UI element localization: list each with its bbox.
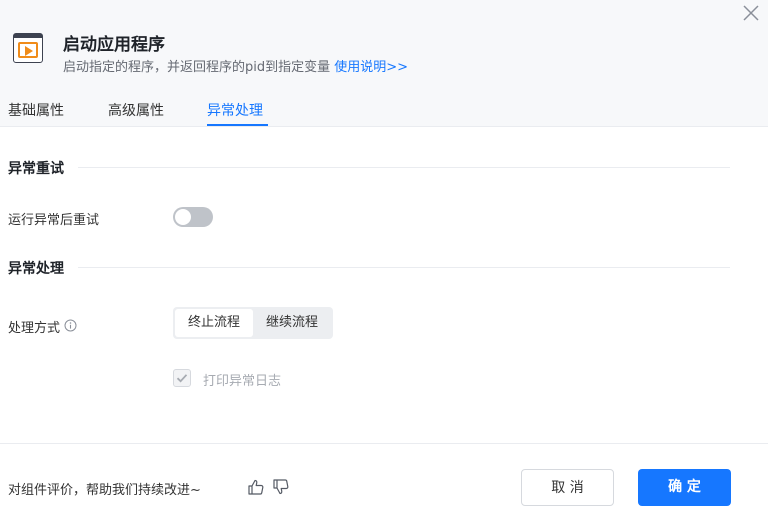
dialog-header: 启动应用程序 启动指定的程序，并返回程序的pid到指定变量 使用说明>> 基础属… xyxy=(0,0,768,127)
section-title-handling: 异常处理 xyxy=(8,261,64,277)
active-tab-indicator xyxy=(207,124,268,126)
dialog-subtitle: 启动指定的程序，并返回程序的pid到指定变量 使用说明>> xyxy=(63,56,408,75)
method-label: 处理方式 xyxy=(8,321,61,336)
tab-exception-handling[interactable]: 异常处理 xyxy=(207,100,263,120)
option-continue-flow[interactable]: 继续流程 xyxy=(253,309,331,337)
retry-toggle[interactable] xyxy=(173,207,213,227)
option-terminate-flow[interactable]: 终止流程 xyxy=(175,309,253,337)
footer-divider xyxy=(0,443,768,444)
toggle-knob xyxy=(175,209,191,225)
subtitle-text: 启动指定的程序，并返回程序的pid到指定变量 xyxy=(63,60,331,75)
print-log-checkbox[interactable] xyxy=(173,369,191,387)
confirm-button[interactable]: 确 定 xyxy=(638,469,731,506)
tab-basic-properties[interactable]: 基础属性 xyxy=(8,100,64,120)
tab-advanced-properties[interactable]: 高级属性 xyxy=(108,100,164,120)
section-divider-handling xyxy=(78,267,730,268)
tab-bar: 基础属性 高级属性 异常处理 xyxy=(0,96,768,127)
thumbs-up-icon[interactable] xyxy=(247,478,265,496)
retry-label: 运行异常后重试 xyxy=(8,213,100,228)
method-label-row: 处理方式 xyxy=(8,317,77,337)
handling-method-selector: 终止流程 继续流程 xyxy=(173,307,333,339)
checkmark-icon xyxy=(176,374,188,383)
help-link[interactable]: 使用说明>> xyxy=(334,60,408,75)
app-launch-icon xyxy=(13,33,43,63)
section-divider-retry xyxy=(78,167,730,168)
section-title-retry: 异常重试 xyxy=(8,161,64,177)
cancel-button[interactable]: 取 消 xyxy=(521,469,614,506)
print-log-label: 打印异常日志 xyxy=(203,374,282,389)
thumbs-down-icon[interactable] xyxy=(272,478,290,496)
close-icon[interactable] xyxy=(740,2,762,24)
dialog-title: 启动应用程序 xyxy=(63,35,165,55)
info-icon[interactable] xyxy=(64,319,77,336)
feedback-text: 对组件评价，帮助我们持续改进~ xyxy=(8,483,201,498)
